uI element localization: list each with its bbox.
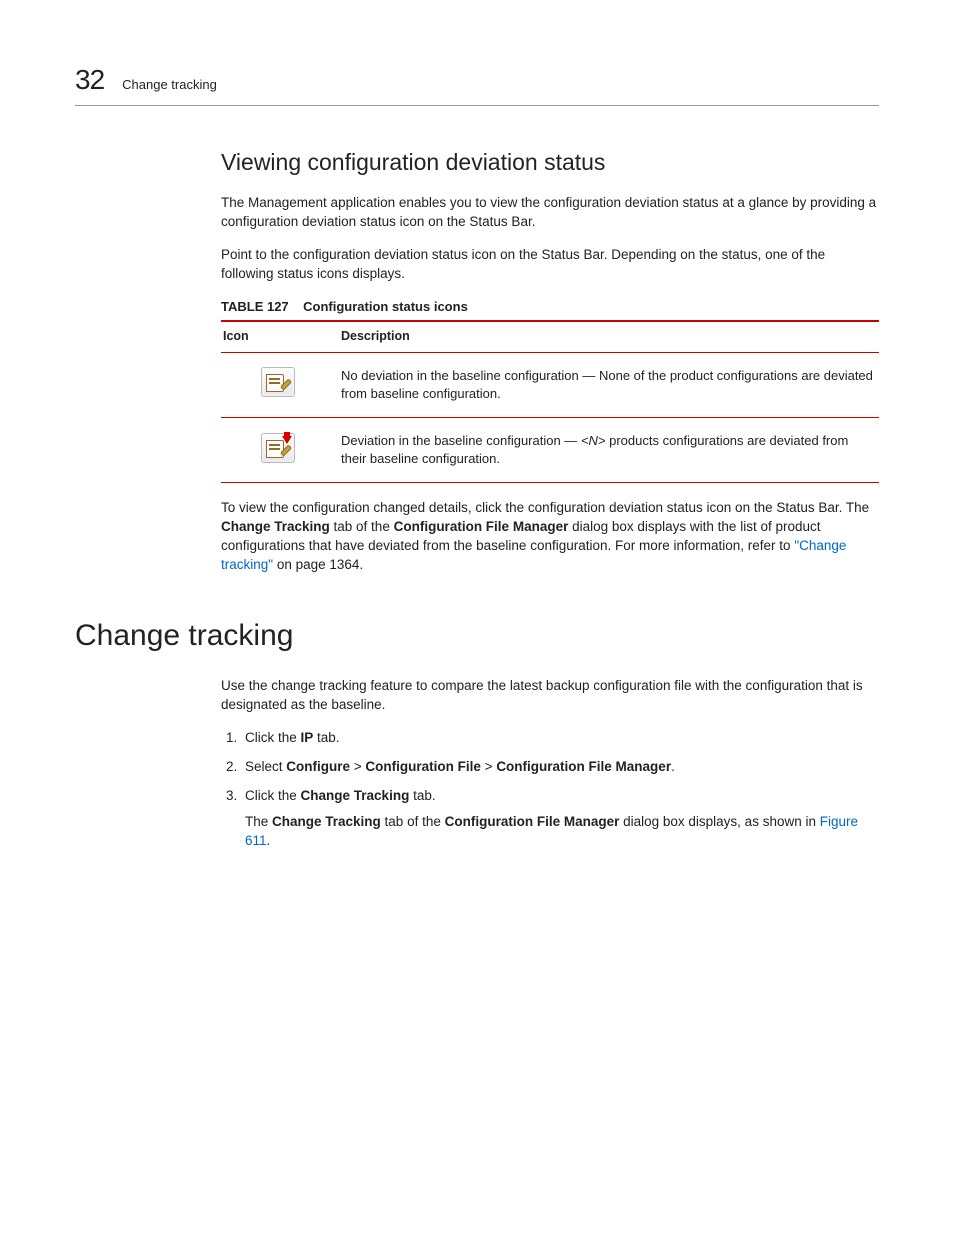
intro-paragraph-1: The Management application enables you t… bbox=[221, 194, 879, 232]
row-description: Deviation in the baseline configuration … bbox=[339, 418, 879, 483]
page-header: 32 Change tracking bbox=[75, 60, 879, 106]
step-followup: The Change Tracking tab of the Configura… bbox=[245, 813, 879, 851]
steps-list: Click the IP tab. Select Configure > Con… bbox=[221, 729, 879, 851]
follow-paragraph: To view the configuration changed detail… bbox=[221, 499, 879, 575]
intro-paragraph-2: Point to the configuration deviation sta… bbox=[221, 246, 879, 284]
table-caption: TABLE 127 Configuration status icons bbox=[221, 298, 879, 316]
status-icons-table: Icon Description No deviation in the bas… bbox=[221, 320, 879, 483]
deviation-icon bbox=[261, 433, 295, 463]
section-change-tracking: Use the change tracking feature to compa… bbox=[221, 677, 879, 851]
table-label: TABLE 127 bbox=[221, 299, 289, 314]
step-item: Click the Change Tracking tab. The Chang… bbox=[241, 787, 879, 852]
col-header-icon: Icon bbox=[221, 321, 339, 352]
chapter-title: Change tracking bbox=[122, 76, 217, 94]
intro-paragraph: Use the change tracking feature to compa… bbox=[221, 677, 879, 715]
section-heading: Viewing configuration deviation status bbox=[221, 146, 879, 178]
row-description: No deviation in the baseline configurati… bbox=[339, 352, 879, 417]
no-deviation-icon bbox=[261, 367, 295, 397]
section-heading-change-tracking: Change tracking bbox=[75, 615, 879, 657]
step-item: Select Configure > Configuration File > … bbox=[241, 758, 879, 777]
table-row: No deviation in the baseline configurati… bbox=[221, 352, 879, 417]
section-viewing-config-deviation: Viewing configuration deviation status T… bbox=[221, 146, 879, 575]
chapter-number: 32 bbox=[75, 60, 104, 99]
step-item: Click the IP tab. bbox=[241, 729, 879, 748]
table-title: Configuration status icons bbox=[303, 299, 468, 314]
col-header-description: Description bbox=[339, 321, 879, 352]
table-row: Deviation in the baseline configuration … bbox=[221, 418, 879, 483]
